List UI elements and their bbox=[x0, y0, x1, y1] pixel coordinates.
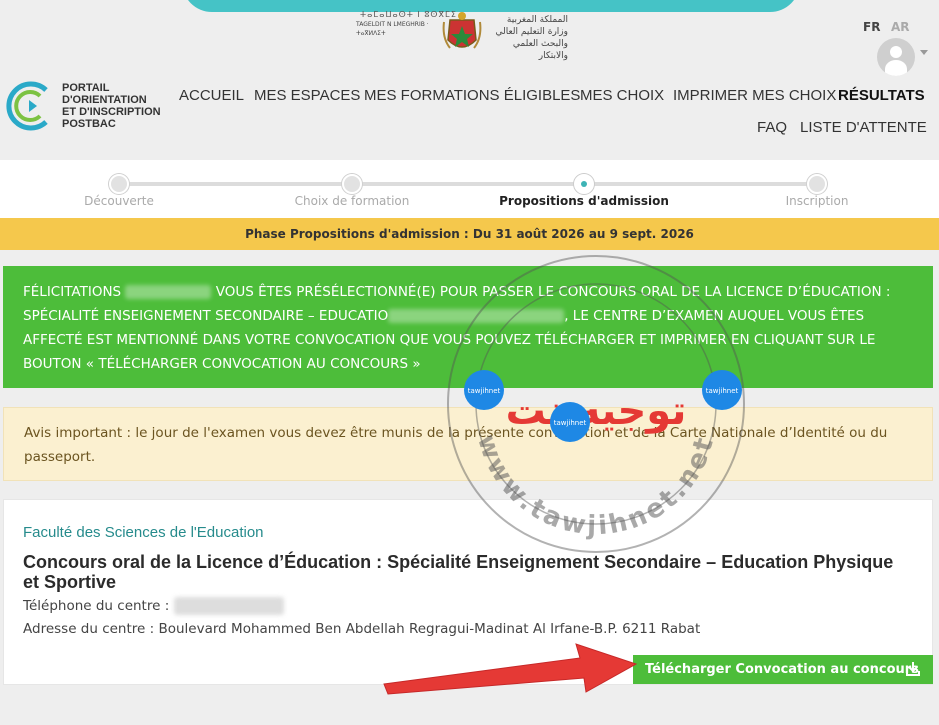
redacted-phone bbox=[173, 597, 284, 615]
avatar-body bbox=[885, 60, 907, 76]
ministry-logo: ⵜⴰⵎⴰⵡⴰⵙⵜ ⵏ ⵓⵙⴳⵎⵉ TAGELDIT N LMEGHRIB · ⵜ… bbox=[356, 10, 572, 61]
main-nav: ACCUEIL MES ESPACES MES FORMATIONS ÉLIGI… bbox=[0, 84, 939, 144]
lang-fr-link[interactable]: FR bbox=[863, 20, 880, 34]
redacted-specialty bbox=[388, 309, 565, 323]
download-icon bbox=[906, 662, 920, 676]
avatar-head bbox=[890, 46, 902, 58]
user-avatar[interactable] bbox=[877, 38, 915, 76]
nav-liste-attente[interactable]: LISTE D'ATTENTE bbox=[800, 119, 927, 136]
step-dot-propositions bbox=[574, 174, 594, 194]
step-label-choix: Choix de formation bbox=[294, 194, 410, 208]
ministry-latin: TAGELDIT N LMEGHRIB · ⵜⴰⴳⵍⴷⵉⵜ bbox=[356, 21, 429, 37]
center-address: Adresse du centre : Boulevard Mohammed B… bbox=[23, 621, 701, 637]
success-alert-part1: Félicitations bbox=[23, 284, 122, 300]
watermark-badge-3: tawjihnet bbox=[706, 387, 739, 395]
success-alert: Félicitations vous êtes présélectionné(e… bbox=[3, 266, 933, 388]
chevron-down-icon[interactable] bbox=[920, 50, 928, 55]
center-phone: Téléphone du centre : bbox=[23, 597, 284, 615]
phone-label: Téléphone du centre : bbox=[23, 598, 170, 614]
watermark-badge-1: tawjihnet bbox=[468, 387, 501, 395]
ministry-header: ⵜⴰⵎⴰⵡⴰⵙⵜ ⵏ ⵓⵙⴳⵎⵉ TAGELDIT N LMEGHRIB · ⵜ… bbox=[0, 0, 939, 76]
warning-alert: Avis important : le jour de l'examen vou… bbox=[3, 407, 933, 481]
step-dot-choix bbox=[342, 174, 362, 194]
nav-mes-formations[interactable]: MES FORMATIONS ÉLIGIBLES bbox=[364, 87, 580, 104]
progress-stepper: Découverte Choix de formation Propositio… bbox=[0, 160, 939, 218]
redacted-name bbox=[125, 285, 212, 299]
lang-ar-link[interactable]: AR bbox=[891, 20, 910, 34]
step-dot-decouverte bbox=[109, 174, 129, 194]
step-dot-inscription bbox=[807, 174, 827, 194]
phase-banner: Phase Propositions d'admission : Du 31 a… bbox=[0, 218, 939, 250]
nav-mes-espaces[interactable]: MES ESPACES bbox=[254, 87, 360, 104]
nav-accueil[interactable]: ACCUEIL bbox=[179, 87, 244, 104]
nav-imprimer-choix[interactable]: IMPRIMER MES CHOIX bbox=[673, 87, 836, 104]
download-button-label: Télécharger Convocation au concours bbox=[645, 662, 919, 677]
faculty-name: Faculté des Sciences de l'Education bbox=[23, 524, 264, 541]
step-label-inscription: Inscription bbox=[785, 194, 849, 208]
nav-mes-choix[interactable]: MES CHOIX bbox=[580, 87, 664, 104]
red-arrow-annotation bbox=[383, 643, 638, 695]
concours-title: Concours oral de la Licence d’Éducation … bbox=[23, 552, 894, 592]
download-convocation-button[interactable]: Télécharger Convocation au concours bbox=[633, 655, 933, 684]
ministry-arabic: المملكة المغربية وزارة التعليم العالي وا… bbox=[495, 15, 568, 61]
step-label-decouverte: Découverte bbox=[84, 194, 154, 208]
nav-faq[interactable]: FAQ bbox=[757, 119, 787, 136]
nav-resultats[interactable]: RÉSULTATS bbox=[838, 87, 925, 104]
coat-of-arms-icon bbox=[442, 12, 482, 49]
step-label-propositions: Propositions d'admission bbox=[499, 194, 669, 208]
stepper-track bbox=[119, 182, 817, 186]
